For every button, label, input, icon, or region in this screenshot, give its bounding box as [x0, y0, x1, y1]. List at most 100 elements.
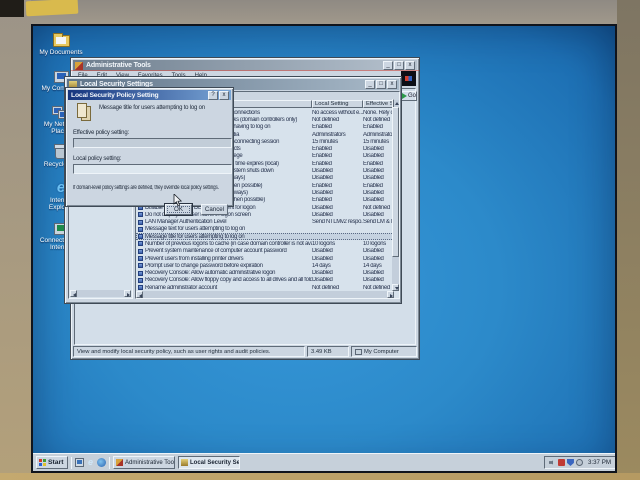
scroll-left-icon[interactable]	[70, 290, 77, 297]
internet-explorer-icon[interactable]: e	[86, 458, 95, 467]
bezel-sticker	[25, 0, 79, 17]
policy-row[interactable]: Recovery Console: Allow floppy copy and …	[136, 277, 394, 284]
shield-icon[interactable]	[566, 459, 574, 466]
policy-local-setting: Administrators	[312, 131, 346, 138]
status-zone: My Computer	[351, 346, 417, 357]
status-zone-label: My Computer	[364, 348, 399, 355]
scrollbar-thumb[interactable]	[392, 107, 399, 257]
status-size: 3.49 KB	[307, 346, 349, 357]
policy-row[interactable]: Message text for users attempting to log…	[136, 226, 394, 233]
maximize-button[interactable]: □	[394, 61, 404, 70]
taskbar-task-admin-tools[interactable]: Administrative Tools	[113, 456, 175, 469]
effective-setting-label: Effective policy setting:	[73, 130, 129, 136]
close-button[interactable]: x	[387, 80, 397, 89]
policy-local-setting: Not defined	[312, 116, 339, 123]
start-label: Start	[48, 459, 64, 466]
local-security-icon	[181, 459, 188, 466]
policy-icon	[138, 226, 143, 232]
minimize-button[interactable]: _	[383, 61, 393, 70]
policy-icon	[138, 248, 143, 254]
policy-effective-setting: Disabled	[363, 270, 384, 277]
show-desktop-icon[interactable]	[75, 458, 84, 467]
policy-local-setting: Enabled	[312, 160, 332, 167]
maximize-button[interactable]: □	[376, 80, 386, 89]
clock-tray-icon[interactable]	[575, 459, 583, 466]
policy-local-setting: Not defined	[312, 284, 339, 291]
policy-icon	[138, 212, 143, 218]
policy-effective-setting: None. Rely o...	[363, 109, 394, 116]
policy-scroll-icon	[75, 103, 91, 121]
policy-icon	[138, 263, 143, 269]
tree-horizontal-scrollbar[interactable]	[70, 290, 131, 297]
task-label: Local Security Settings	[190, 459, 240, 466]
policy-name: Rename administrator account	[145, 284, 217, 291]
desktop-icon-label: My Documents	[39, 49, 83, 56]
close-button[interactable]: x	[405, 61, 415, 70]
go-label: Go	[408, 93, 417, 99]
close-button[interactable]: x	[219, 90, 229, 100]
policy-row[interactable]: Prevent system maintenance of computer a…	[136, 248, 394, 255]
policy-icon	[138, 241, 143, 247]
policy-row[interactable]: LAN Manager Authentication Level Send NT…	[136, 218, 394, 225]
policy-effective-setting: Not defined	[363, 284, 390, 291]
local-security-policy-setting-dialog: Local Security Policy Setting ? x Messag…	[65, 87, 234, 216]
dialog-policy-name: Message title for users attempting to lo…	[99, 105, 205, 111]
policy-effective-setting: Administrator	[363, 131, 394, 138]
monitor-bezel-top	[0, 0, 640, 24]
scroll-right-icon[interactable]	[124, 290, 131, 297]
minimize-button[interactable]: _	[365, 80, 375, 89]
policy-local-setting: Disabled	[312, 255, 333, 262]
window-title: Administrative Tools	[86, 62, 151, 69]
windows-throbber-icon	[401, 71, 416, 86]
policy-icon	[138, 234, 143, 240]
policy-icon	[138, 285, 143, 291]
monitor-bezel-left	[0, 0, 31, 480]
policy-effective-setting: Disabled	[363, 277, 384, 284]
taskbar-task-local-security-settings[interactable]: Local Security Settings	[178, 456, 240, 469]
policy-icon	[138, 270, 143, 276]
policy-effective-setting: Enabled	[363, 124, 383, 131]
vertical-scrollbar[interactable]	[392, 99, 399, 291]
task-label: Administrative Tools	[125, 459, 175, 466]
crt-screen: My Documents My Computer My Network Plac…	[31, 24, 617, 473]
policy-row[interactable]: Prevent users from installing printer dr…	[136, 255, 394, 262]
policy-local-setting: Enabled	[312, 197, 332, 204]
go-button[interactable]: Go	[400, 91, 417, 101]
column-header-local-setting[interactable]: Local Setting	[312, 100, 363, 108]
red-status-icon[interactable]	[557, 459, 565, 466]
scroll-left-icon[interactable]	[136, 291, 143, 298]
policy-effective-setting: Disabled	[363, 153, 384, 160]
policy-local-setting: Enabled	[312, 124, 332, 131]
policy-local-setting: Disabled	[312, 189, 333, 196]
mouse-cursor	[173, 193, 183, 212]
policy-name: Prompt user to change password before ex…	[145, 262, 263, 269]
dialog-titlebar[interactable]: Local Security Policy Setting ? x	[68, 90, 231, 100]
taskbar-divider	[71, 456, 72, 469]
effective-setting-field	[73, 138, 232, 148]
list-horizontal-scrollbar[interactable]	[136, 291, 394, 298]
policy-name: Recovery Console: Allow automatic admini…	[145, 270, 276, 277]
help-button[interactable]: ?	[208, 90, 218, 100]
policy-local-setting: Enabled	[312, 153, 332, 160]
policy-row[interactable]: Prompt user to change password before ex…	[136, 262, 394, 269]
windows-flag-icon	[39, 459, 46, 466]
policy-effective-setting: Disabled	[363, 146, 384, 153]
policy-local-setting: Disabled	[312, 277, 333, 284]
policy-row[interactable]: Recovery Console: Allow automatic admini…	[136, 270, 394, 277]
status-bar: View and modify local security policy, s…	[73, 346, 417, 357]
policy-effective-setting: Disabled	[363, 197, 384, 204]
start-button[interactable]: Start	[36, 456, 68, 469]
taskbar-clock: 3:37 PM	[587, 459, 611, 466]
policy-row[interactable]: Message title for users attempting to lo…	[136, 233, 394, 241]
scroll-right-icon[interactable]	[387, 291, 394, 298]
local-setting-label: Local policy setting:	[73, 156, 122, 162]
policy-local-setting: Enabled	[312, 182, 332, 189]
policy-local-setting: Enabled	[312, 146, 332, 153]
volume-icon[interactable]	[548, 459, 556, 466]
outlook-express-icon[interactable]	[97, 458, 106, 467]
local-setting-field[interactable]	[73, 164, 232, 174]
policy-row[interactable]: Number of previous logons to cache (in c…	[136, 240, 394, 247]
scroll-down-icon[interactable]	[392, 284, 399, 291]
cancel-button[interactable]: Cancel	[201, 204, 228, 215]
desktop-icon-my-documents[interactable]: My Documents	[38, 30, 84, 56]
